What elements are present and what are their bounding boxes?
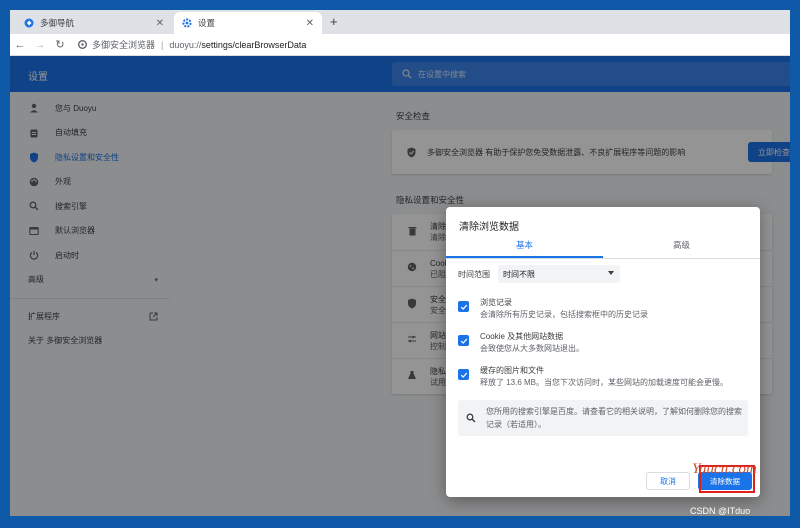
tab-label: 多御导航 bbox=[40, 18, 75, 28]
tab-advanced[interactable]: 高级 bbox=[603, 233, 760, 258]
clear-browsing-data-dialog: 清除浏览数据 基本 高级 时间范围 时间不限 浏览记录会清除所有历史记录，包括搜… bbox=[446, 207, 760, 497]
option-title: 缓存的图片和文件 bbox=[480, 366, 544, 375]
time-range-value: 时间不限 bbox=[503, 269, 535, 279]
time-range-label: 时间范围 bbox=[458, 269, 490, 279]
time-range-row: 时间范围 时间不限 bbox=[458, 265, 620, 283]
dialog-tabs: 基本 高级 bbox=[446, 233, 760, 259]
close-icon[interactable]: ✕ bbox=[156, 18, 164, 29]
tab-label: 设置 bbox=[198, 18, 216, 28]
address-bar[interactable]: 多御安全浏览器 | duoyu:// settings/clearBrowser… bbox=[78, 38, 306, 51]
new-tab-icon[interactable]: + bbox=[330, 14, 338, 29]
option-title: Cookie 及其他网站数据 bbox=[480, 332, 564, 341]
checkmark-icon bbox=[460, 304, 467, 310]
close-icon[interactable]: ✕ bbox=[306, 18, 314, 29]
search-engine-note: 您所用的搜索引擎是百度。请查看它的相关说明，了解如何删除您的搜索记录（若适用）。 bbox=[458, 400, 748, 436]
caret-down-icon bbox=[608, 271, 614, 275]
cache-checkbox[interactable] bbox=[458, 369, 469, 380]
url-path: settings/clearBrowserData bbox=[201, 39, 307, 50]
option-history: 浏览记录会清除所有历史记录，包括搜索框中的历史记录 bbox=[458, 297, 648, 321]
screenshot-frame: 多御导航 ✕ 设置 ✕ + ← → ↻ 多御安全浏览器 | duoyu:// s… bbox=[0, 0, 800, 528]
site-name: 多御安全浏览器 bbox=[92, 40, 156, 50]
history-checkbox[interactable] bbox=[458, 301, 469, 312]
note-text: 您所用的搜索引擎是百度。请查看它的相关说明，了解如何删除您的搜索记录（若适用）。 bbox=[486, 407, 742, 429]
gear-icon bbox=[182, 18, 192, 28]
tab-strip: 多御导航 ✕ 设置 ✕ + bbox=[10, 10, 790, 34]
back-arrow-icon[interactable]: ← bbox=[10, 39, 30, 51]
search-icon bbox=[466, 413, 476, 423]
browser-toolbar: ← → ↻ 多御安全浏览器 | duoyu:// settings/clearB… bbox=[10, 34, 790, 56]
tab-settings[interactable]: 设置 ✕ bbox=[174, 12, 322, 34]
dialog-title: 清除浏览数据 bbox=[459, 222, 519, 233]
tab-duoyu-nav[interactable]: 多御导航 ✕ bbox=[16, 12, 172, 34]
checkmark-icon bbox=[460, 372, 467, 378]
cookies-checkbox[interactable] bbox=[458, 335, 469, 346]
option-subtitle: 释放了 13.6 MB。当您下次访问时，某些网站的加载速度可能会更慢。 bbox=[480, 378, 729, 387]
option-title: 浏览记录 bbox=[480, 298, 512, 307]
url-scheme: duoyu:// bbox=[169, 39, 202, 50]
yuucn-watermark: Yuucn.com bbox=[692, 461, 757, 477]
checkmark-icon bbox=[460, 338, 467, 344]
site-info-icon[interactable] bbox=[78, 40, 87, 49]
option-subtitle: 会清除所有历史记录，包括搜索框中的历史记录 bbox=[480, 310, 648, 319]
reload-icon[interactable]: ↻ bbox=[50, 38, 70, 51]
tab-basic[interactable]: 基本 bbox=[446, 233, 603, 258]
csdn-watermark: CSDN @ITduo bbox=[690, 506, 751, 516]
time-range-select[interactable]: 时间不限 bbox=[498, 265, 620, 283]
forward-arrow-icon[interactable]: → bbox=[30, 39, 50, 51]
option-subtitle: 会致使您从大多数网站退出。 bbox=[480, 344, 584, 353]
url-separator: | bbox=[161, 39, 164, 50]
option-cookies: Cookie 及其他网站数据会致使您从大多数网站退出。 bbox=[458, 331, 584, 355]
duoyu-logo-icon bbox=[24, 18, 34, 28]
cancel-button[interactable]: 取消 bbox=[646, 472, 690, 490]
option-cache: 缓存的图片和文件释放了 13.6 MB。当您下次访问时，某些网站的加载速度可能会… bbox=[458, 365, 728, 389]
